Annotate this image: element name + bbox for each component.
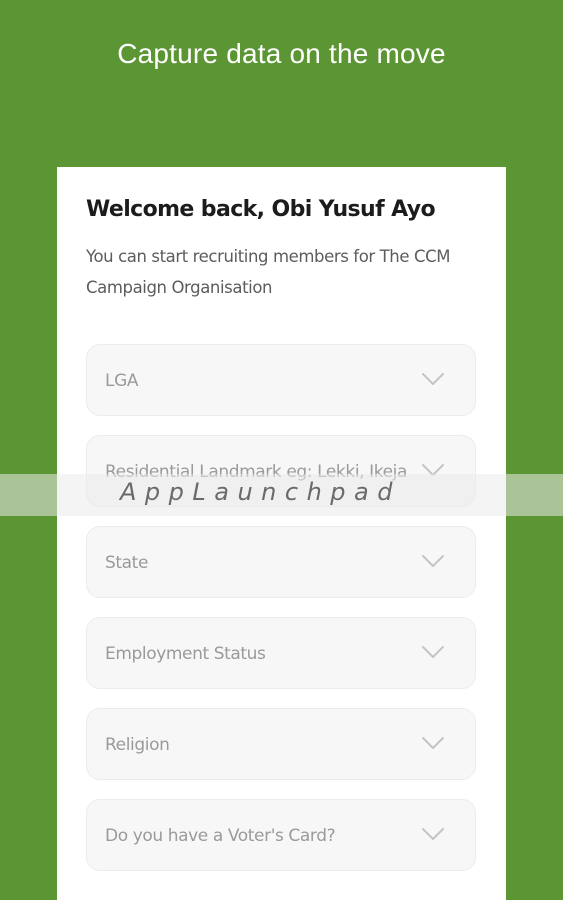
voters-card-label: Do you have a Voter's Card? (105, 826, 336, 846)
state-select[interactable]: State (86, 526, 476, 598)
registration-card: Welcome back, Obi Yusuf Ayo You can star… (57, 167, 506, 900)
religion-select[interactable]: Religion (86, 708, 476, 780)
state-select-label: State (105, 553, 148, 573)
religion-select-label: Religion (105, 735, 170, 755)
chevron-down-icon (422, 737, 444, 749)
welcome-heading: Welcome back, Obi Yusuf Ayo (86, 197, 436, 222)
employment-status-label: Employment Status (105, 644, 266, 664)
chevron-down-icon (422, 373, 444, 385)
lga-select-label: LGA (105, 371, 139, 391)
watermark-text: AppLaunchpad (120, 478, 401, 506)
chevron-down-icon (422, 646, 444, 658)
page-tagline: Capture data on the move (117, 38, 446, 69)
voters-card-select[interactable]: Do you have a Voter's Card? (86, 799, 476, 871)
chevron-down-icon (422, 828, 444, 840)
chevron-down-icon (422, 555, 444, 567)
employment-status-select[interactable]: Employment Status (86, 617, 476, 689)
welcome-subtitle: You can start recruiting members for The… (86, 247, 451, 297)
lga-select[interactable]: LGA (86, 344, 476, 416)
